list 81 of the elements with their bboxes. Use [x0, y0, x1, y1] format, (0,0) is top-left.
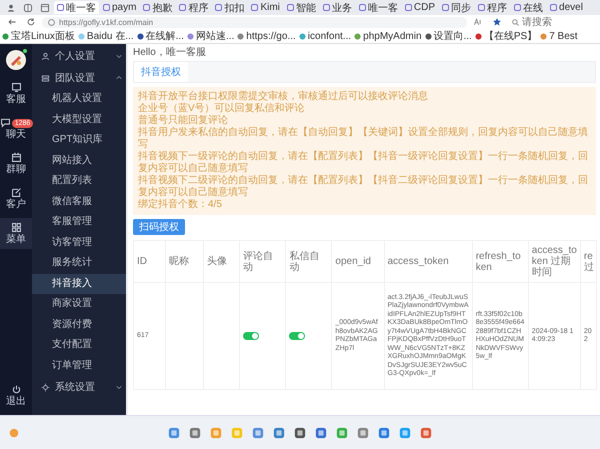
tab-title: 抱歉	[152, 2, 172, 14]
browser-tab[interactable]: devel	[547, 1, 586, 14]
notice-line: 抖音视频下一级评论的自动回复，请在【配置列表】【抖音一级评论回复设置】一行一条随机回复，回复内容可以自己随意填写	[138, 151, 589, 174]
table-header-cell: open_id	[332, 240, 384, 282]
table-header-cell: 评论自动	[240, 240, 286, 282]
tab-title: paym	[112, 2, 136, 13]
menu-item[interactable]: GPT知识库	[32, 130, 126, 150]
notice-line: 绑定抖音个数：4/5	[138, 199, 223, 211]
rail-item[interactable]: 客户	[0, 183, 32, 214]
menu-item[interactable]: 服务统计	[32, 253, 126, 274]
table-header-cell: refresh_token	[472, 240, 528, 282]
bookmark[interactable]: Baidu 在...	[78, 29, 134, 43]
tab-title: 智能	[296, 2, 316, 14]
browser-tab[interactable]: 同步	[439, 1, 474, 14]
tab-title: 扣扣	[224, 2, 244, 14]
tab-title: 程序	[487, 2, 508, 14]
browser-tab[interactable]: 程序	[176, 1, 212, 14]
rail-item[interactable]: 菜单	[0, 218, 32, 249]
rail-item[interactable]: 群聊	[0, 148, 32, 179]
tab-title: devel	[559, 2, 583, 13]
tab-title: 程序	[188, 2, 208, 14]
tab-title: 唯一客	[368, 2, 398, 14]
bookmark[interactable]: phpMyAdmin	[354, 30, 422, 42]
bookmark[interactable]: 【在线PS】	[474, 29, 538, 43]
tab-title: 业务	[332, 2, 352, 14]
menu-item[interactable]: 网站接入	[32, 150, 126, 171]
browser-tab[interactable]: 在线	[511, 1, 546, 14]
notice-line: 抖音用户发来私信的自动回复，请在【自动回复】【关键词】设置全部规则，回复内容可以自己随意填写	[138, 127, 589, 150]
menu-group[interactable]: 团队设置	[32, 67, 126, 89]
bookmark[interactable]: 设置向...	[424, 29, 472, 43]
menu-item[interactable]: 支付配置	[32, 335, 126, 356]
browser-tab[interactable]: 抱歉	[140, 1, 176, 14]
search-field[interactable]: 请搜索	[522, 16, 562, 28]
menu-group[interactable]: 系统设置	[32, 376, 126, 398]
menu-item[interactable]: 访客管理	[32, 232, 126, 253]
menu-item[interactable]: 大模型设置	[32, 110, 126, 130]
table-header-cell: 昵称	[166, 240, 204, 282]
greeting: Hello，唯一客服	[133, 46, 207, 59]
menu-item[interactable]: 订单管理	[32, 356, 126, 376]
tab-title: Kimi	[260, 2, 280, 13]
browser-tab[interactable]: Kimi	[248, 1, 283, 14]
browser-tab[interactable]: 唯一客	[356, 1, 401, 14]
bookmark[interactable]: iconfont...	[298, 30, 352, 42]
menu-item[interactable]: 机器人设置	[32, 89, 126, 110]
menu-item[interactable]: 商家设置	[32, 294, 126, 314]
bookmark[interactable]: https://go...	[237, 30, 296, 42]
menu-item[interactable]: 客服管理	[32, 212, 126, 232]
table-header-cell: re 过	[580, 240, 596, 282]
browser-tab[interactable]: 唯一客	[54, 1, 99, 14]
bookmark[interactable]: 网站速...	[186, 29, 234, 43]
menu-item[interactable]: 微信客服	[32, 192, 126, 212]
tab-title: 唯一客	[66, 2, 96, 14]
bookmark[interactable]: 在线解...	[136, 29, 184, 43]
address-field[interactable]: https://gofly.v1kf.com/main	[42, 16, 467, 28]
table-header-cell: 头像	[204, 240, 240, 282]
menu-item[interactable]: 配置列表	[32, 171, 126, 192]
notice-line: 抖音开放平台接口权限需提交审核，审核通过后可以接收评论消息	[138, 91, 429, 102]
notice-line: 企业号（蓝V号）可以回复私信和评论	[138, 103, 306, 114]
browser-tab[interactable]: CDP	[402, 1, 438, 14]
notice-line: 普通号只能回复评论	[138, 115, 229, 126]
menu-group[interactable]: 个人设置	[32, 45, 126, 67]
rail-item[interactable]: 客服	[0, 78, 32, 109]
browser-tab[interactable]: 程序	[475, 1, 510, 14]
bookmark[interactable]: 7 Best	[540, 30, 578, 42]
logout-item[interactable]: 退出	[0, 380, 32, 411]
table-header-cell: 私信自动	[286, 240, 332, 282]
tab-title: 同步	[451, 2, 472, 14]
tab-title: 在线	[523, 2, 544, 14]
url-text: https://gofly.v1kf.com/main	[59, 18, 154, 26]
tab-title: CDP	[414, 2, 436, 13]
menu-item[interactable]: 抖音接入	[32, 274, 126, 294]
browser-tab[interactable]: 业务	[320, 1, 355, 14]
table-header-cell: access_token	[384, 240, 472, 282]
notice-line: 抖音视频下二级评论的自动回复，请在【配置列表】【抖音二级评论回复设置】一行一条随机回复，回复内容可以自己随意填写	[138, 175, 589, 198]
table-header-cell: ID	[134, 240, 166, 282]
browser-tab[interactable]: 智能	[284, 1, 319, 14]
table-header-cell: access_token 过期时间	[528, 240, 580, 282]
menu-item[interactable]: 资源付费	[32, 314, 126, 335]
browser-tab[interactable]: 扣扣	[212, 1, 248, 14]
browser-tab[interactable]: paym	[100, 1, 140, 14]
bookmark[interactable]: 宝塔Linux面板	[2, 29, 75, 43]
